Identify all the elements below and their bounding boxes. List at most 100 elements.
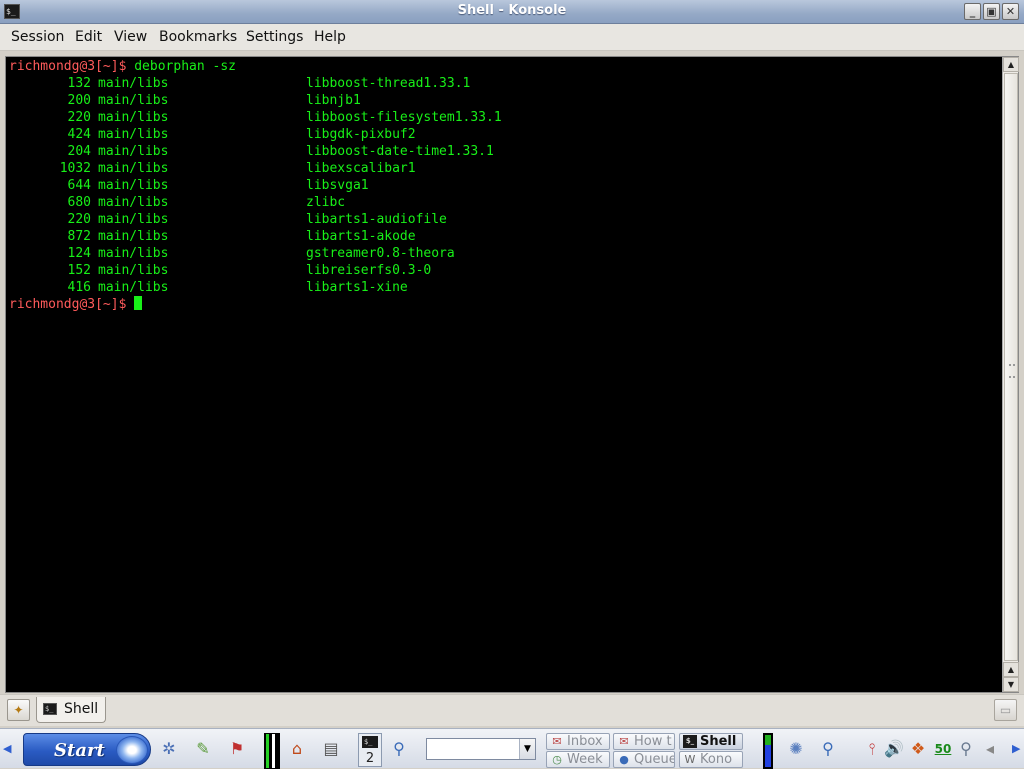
desktop-pager[interactable]: $_ 2 bbox=[358, 733, 382, 767]
row-section: main/libs bbox=[98, 127, 169, 142]
kde-gear-icon bbox=[116, 736, 148, 764]
scroll-up-arrow-bottom-icon[interactable]: ▲ bbox=[1003, 662, 1019, 677]
memory-meter bbox=[763, 733, 773, 769]
window-title: Shell - Konsole bbox=[457, 3, 567, 18]
task-week[interactable]: ◷ Week bbox=[546, 751, 610, 768]
signal-icon[interactable]: ⫯ bbox=[862, 739, 882, 759]
document-icon[interactable]: ▤ bbox=[320, 738, 342, 760]
row-size: 204 bbox=[67, 144, 91, 159]
output-row: 416 main/libs libarts1-xine bbox=[9, 279, 609, 296]
search-icon[interactable]: ⚲ bbox=[956, 739, 976, 759]
task-shell[interactable]: $_ Shell bbox=[679, 733, 743, 750]
task-how-t[interactable]: ✉ How t bbox=[613, 733, 675, 750]
scroll-up-arrow-icon[interactable]: ▲ bbox=[1003, 57, 1019, 72]
row-package: libarts1-xine bbox=[306, 280, 408, 295]
row-size: 1032 bbox=[59, 161, 91, 176]
menu-session[interactable]: Session bbox=[11, 29, 64, 45]
row-size: 680 bbox=[67, 195, 91, 210]
update-icon[interactable]: ❖ bbox=[908, 739, 928, 759]
row-section: main/libs bbox=[98, 212, 169, 227]
mail-icon: ✉ bbox=[552, 735, 562, 748]
output-row: 132 main/libs libboost-thread1.33.1 bbox=[9, 75, 609, 92]
row-section: main/libs bbox=[98, 178, 169, 193]
home-icon[interactable]: ⌂ bbox=[286, 738, 308, 760]
final-prompt-line: richmondg@3[~]$ bbox=[9, 296, 143, 313]
row-section: main/libs bbox=[98, 93, 169, 108]
editor-icon[interactable]: ✎ bbox=[192, 738, 214, 760]
start-button[interactable]: Start bbox=[23, 733, 151, 766]
search-magnifier-icon[interactable]: ⚲ bbox=[388, 738, 410, 760]
row-section: main/libs bbox=[98, 76, 169, 91]
network-icon[interactable]: ⚑ bbox=[226, 738, 248, 760]
prompt: richmondg@3[~]$ bbox=[9, 297, 127, 312]
mail-icon: ✉ bbox=[619, 735, 629, 748]
terminal-icon: $_ bbox=[43, 703, 57, 715]
row-package: gstreamer0.8-theora bbox=[306, 246, 455, 261]
output-row: 204 main/libs libboost-date-time1.33.1 bbox=[9, 143, 609, 160]
row-section: main/libs bbox=[98, 263, 169, 278]
row-package: libreiserfs0.3-0 bbox=[306, 263, 432, 278]
menu-view[interactable]: View bbox=[114, 29, 147, 45]
row-size: 220 bbox=[67, 212, 91, 227]
command-text: deborphan -sz bbox=[134, 59, 236, 74]
row-size: 424 bbox=[67, 127, 91, 142]
row-package: libgdk-pixbuf2 bbox=[306, 127, 416, 142]
output-row: 424 main/libs libgdk-pixbuf2 bbox=[9, 126, 609, 143]
row-package: libarts1-audiofile bbox=[306, 212, 447, 227]
row-package: libboost-filesystem1.33.1 bbox=[306, 110, 502, 125]
task-label: How t bbox=[634, 734, 672, 749]
menu-bookmarks[interactable]: Bookmarks bbox=[159, 29, 237, 45]
row-section: main/libs bbox=[98, 229, 169, 244]
network-globe-icon[interactable]: ✺ bbox=[786, 739, 806, 759]
window-titlebar[interactable]: $_ Shell - Konsole _ ▣ ✕ bbox=[0, 0, 1024, 24]
clock-icon: ◷ bbox=[552, 753, 562, 766]
minimize-button[interactable]: _ bbox=[964, 3, 981, 20]
row-package: zlibc bbox=[306, 195, 346, 210]
scroll-down-arrow-icon[interactable]: ▼ bbox=[1003, 677, 1019, 692]
row-section: main/libs bbox=[98, 280, 169, 295]
scroll-thumb[interactable] bbox=[1004, 73, 1018, 661]
task-kono[interactable]: W Kono bbox=[679, 751, 743, 768]
left-arrow-icon[interactable]: ◀ bbox=[3, 742, 13, 756]
task-inbox[interactable]: ✉ Inbox bbox=[546, 733, 610, 750]
row-size: 132 bbox=[67, 76, 91, 91]
close-button[interactable]: ✕ bbox=[1002, 3, 1019, 20]
tab-shell[interactable]: $_ Shell bbox=[36, 697, 106, 723]
row-size: 644 bbox=[67, 178, 91, 193]
cpu-frequency-indicator[interactable]: 50 bbox=[932, 739, 954, 759]
terminal-icon: $_ bbox=[362, 736, 378, 748]
menu-bar: Session Edit View Bookmarks Settings Hel… bbox=[0, 24, 1024, 51]
new-session-button[interactable]: ✦ bbox=[7, 699, 30, 721]
menu-edit[interactable]: Edit bbox=[75, 29, 102, 45]
output-row: 220 main/libs libarts1-audiofile bbox=[9, 211, 609, 228]
row-size: 124 bbox=[67, 246, 91, 261]
output-row: 124 main/libs gstreamer0.8-theora bbox=[9, 245, 609, 262]
maximize-button[interactable]: ▣ bbox=[983, 3, 1000, 20]
output-row: 220 main/libs libboost-filesystem1.33.1 bbox=[9, 109, 609, 126]
menu-settings[interactable]: Settings bbox=[246, 29, 303, 45]
row-package: libarts1-akode bbox=[306, 229, 416, 244]
task-label: Inbox bbox=[567, 734, 603, 749]
terminal-output[interactable]: richmondg@3[~]$ deborphan -sz 132 main/li… bbox=[6, 57, 1002, 692]
row-section: main/libs bbox=[98, 144, 169, 159]
grip-icon bbox=[1009, 364, 1015, 378]
scroll-left-icon[interactable]: ◂ bbox=[980, 739, 1000, 759]
row-size: 200 bbox=[67, 93, 91, 108]
task-queue[interactable]: ● Queue bbox=[613, 751, 675, 768]
right-arrow-icon[interactable]: ▶ bbox=[1012, 742, 1022, 756]
prompt: richmondg@3[~]$ bbox=[9, 59, 127, 74]
terminal-frame: richmondg@3[~]$ deborphan -sz 132 main/li… bbox=[5, 56, 1019, 693]
chevron-down-icon[interactable]: ▼ bbox=[519, 739, 535, 759]
volume-speaker-icon[interactable]: 🔊 bbox=[884, 739, 904, 759]
settings-gear-icon[interactable]: ✲ bbox=[158, 738, 180, 760]
row-section: main/libs bbox=[98, 195, 169, 210]
vertical-scrollbar[interactable]: ▲ ▲ ▼ bbox=[1002, 57, 1019, 692]
task-label: Queue bbox=[634, 752, 675, 767]
output-row: 644 main/libs libsvga1 bbox=[9, 177, 609, 194]
search-magnifier-icon[interactable]: ⚲ bbox=[818, 739, 838, 759]
close-session-button[interactable]: ▭ bbox=[994, 699, 1017, 721]
command-combo-box[interactable]: ▼ bbox=[426, 738, 536, 760]
output-row: 680 main/libs zlibc bbox=[9, 194, 609, 211]
menu-help[interactable]: Help bbox=[314, 29, 346, 45]
task-label: Shell bbox=[700, 734, 737, 749]
